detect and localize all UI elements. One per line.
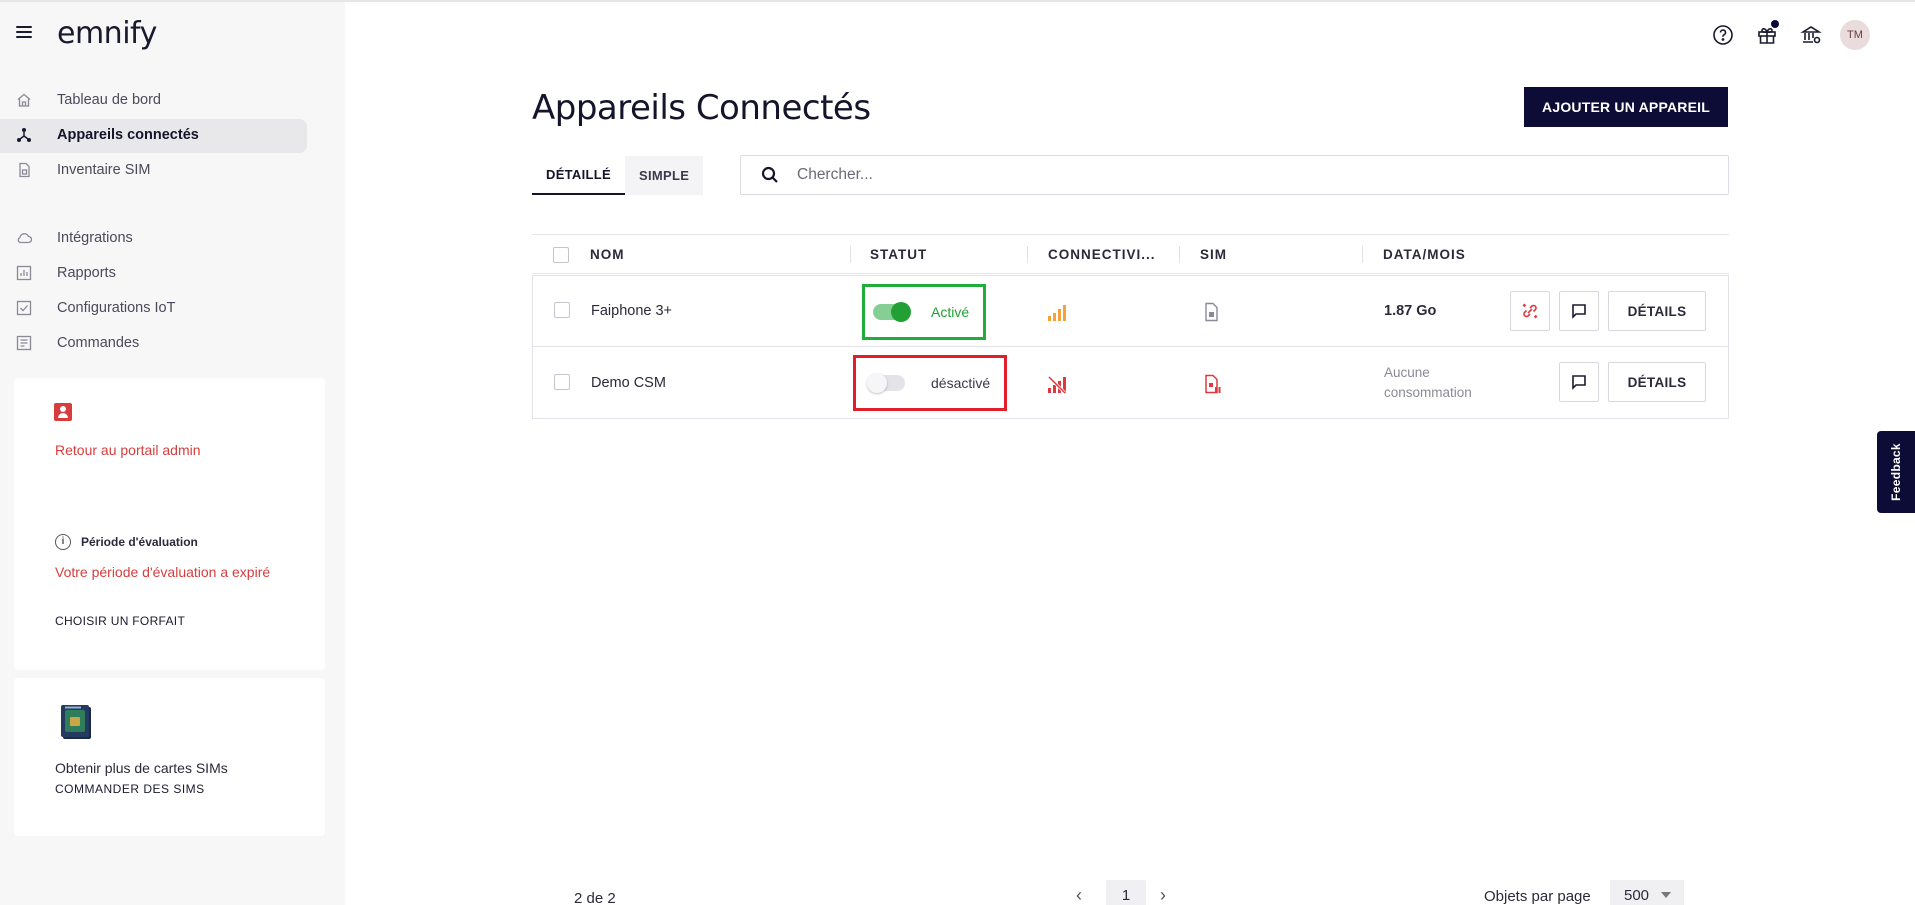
sim-card-paused-icon: [1205, 374, 1221, 394]
sidebar-item-label: Configurations IoT: [57, 299, 176, 316]
sidebar-item-integrations[interactable]: Intégrations: [0, 220, 345, 255]
column-header-status[interactable]: STATUT: [870, 247, 927, 262]
per-page-select[interactable]: 500: [1610, 880, 1684, 905]
trial-title: Période d'évaluation: [81, 535, 198, 549]
trial-card: i Période d'évaluation Votre période d'é…: [14, 494, 325, 670]
search-icon: [761, 166, 778, 183]
home-icon: [17, 93, 31, 107]
feedback-label: Feedback: [1889, 443, 1904, 501]
sms-button[interactable]: [1559, 291, 1599, 331]
select-all-checkbox[interactable]: [553, 247, 569, 263]
page-number[interactable]: 1: [1106, 880, 1146, 905]
sidebar: emnify Tableau de bord Appareils connect…: [0, 2, 345, 905]
result-count: 2 de 2: [574, 890, 616, 905]
sidebar-nav-secondary: Intégrations Rapports Configurations IoT…: [0, 220, 345, 360]
help-icon[interactable]: [1708, 20, 1738, 50]
sms-button[interactable]: [1559, 362, 1599, 402]
sidebar-item-label: Inventaire SIM: [57, 161, 151, 178]
logo[interactable]: emnify: [57, 16, 157, 51]
unlink-icon: [1522, 303, 1538, 319]
column-header-connectivity[interactable]: CONNECTIVI...: [1048, 247, 1156, 262]
choose-plan-link[interactable]: CHOISIR UN FORFAIT: [55, 614, 185, 628]
sidebar-item-connected-devices[interactable]: Appareils connectés: [0, 117, 345, 153]
row-checkbox[interactable]: [554, 302, 570, 318]
search-bar: [740, 155, 1729, 195]
avatar[interactable]: TM: [1840, 20, 1870, 50]
sidebar-item-iot-configurations[interactable]: Configurations IoT: [0, 290, 345, 325]
no-signal-icon: [1047, 375, 1067, 394]
sidebar-item-label: Rapports: [57, 264, 116, 281]
column-header-sim[interactable]: SIM: [1200, 247, 1227, 262]
sidebar-item-label: Commandes: [57, 334, 140, 351]
pagination: ‹ 1 ›: [1076, 880, 1176, 905]
status-toggle[interactable]: [873, 302, 911, 322]
cloud-icon: [17, 233, 32, 244]
table-header: NOM STATUT CONNECTIVI... SIM DATA/MOIS: [532, 234, 1729, 274]
details-button[interactable]: DÉTAILS: [1608, 291, 1706, 331]
order-sims-card: Obtenir plus de cartes SIMs COMMANDER DE…: [14, 678, 325, 836]
add-device-button[interactable]: AJOUTER UN APPAREIL: [1524, 87, 1728, 127]
header-actions: TM: [1708, 20, 1870, 50]
trial-expired-message: Votre période d'évaluation a expiré: [55, 564, 271, 580]
column-separator: [1179, 246, 1180, 263]
sim-cards-image: [61, 705, 91, 739]
organization-icon[interactable]: [1796, 20, 1826, 50]
device-name: Demo CSM: [591, 375, 666, 391]
order-sims-text: Obtenir plus de cartes SIMs: [55, 760, 228, 776]
data-usage: Aucune consommation: [1384, 365, 1472, 400]
trial-header: i Période d'évaluation: [55, 534, 198, 550]
column-header-data[interactable]: DATA/MOIS: [1383, 247, 1466, 262]
details-button[interactable]: DÉTAILS: [1608, 362, 1706, 402]
per-page-value: 500: [1624, 886, 1650, 904]
unlink-button[interactable]: [1510, 291, 1550, 331]
chevron-left-icon[interactable]: ‹: [1076, 886, 1092, 904]
sidebar-item-label: Tableau de bord: [57, 91, 161, 108]
column-separator: [1027, 246, 1028, 263]
checklist-icon: [16, 300, 32, 316]
admin-user-icon: [54, 403, 72, 421]
table-row[interactable]: Faiphone 3+ Activé 1.87 Go DÉTAILS: [532, 275, 1729, 347]
sidebar-nav: Tableau de bord Appareils connectés Inve…: [0, 82, 345, 187]
orders-icon: [16, 335, 32, 351]
order-sims-link[interactable]: COMMANDER DES SIMS: [55, 782, 205, 796]
sidebar-item-reports[interactable]: Rapports: [0, 255, 345, 290]
sidebar-item-sim-inventory[interactable]: Inventaire SIM: [0, 152, 345, 187]
status-toggle[interactable]: [867, 373, 905, 393]
view-tabs: DÉTAILLÉ SIMPLE: [532, 156, 704, 195]
column-header-name[interactable]: NOM: [590, 247, 625, 262]
message-icon: [1572, 304, 1586, 319]
menu-icon[interactable]: [16, 26, 32, 40]
chevron-down-icon: [1661, 892, 1672, 898]
tab-detailed[interactable]: DÉTAILLÉ: [532, 156, 625, 195]
device-name: Faiphone 3+: [591, 303, 673, 319]
back-to-admin-link[interactable]: Retour au portail admin: [55, 442, 201, 458]
feedback-tab[interactable]: Feedback: [1877, 431, 1915, 513]
page-title: Appareils Connectés: [532, 88, 871, 128]
column-separator: [1362, 246, 1363, 263]
sim-card-icon: [1205, 302, 1218, 322]
sidebar-item-orders[interactable]: Commandes: [0, 325, 345, 360]
notification-dot: [1771, 20, 1779, 28]
search-input[interactable]: [797, 166, 1697, 184]
chevron-right-icon[interactable]: ›: [1160, 886, 1176, 904]
info-icon: i: [55, 534, 71, 550]
row-checkbox[interactable]: [554, 374, 570, 390]
status-label: Activé: [931, 304, 970, 320]
gift-icon[interactable]: [1752, 20, 1782, 50]
sidebar-item-label: Intégrations: [57, 229, 133, 246]
sim-icon: [19, 162, 30, 178]
reports-icon: [16, 265, 32, 281]
message-icon: [1572, 375, 1586, 390]
devices-table: NOM STATUT CONNECTIVI... SIM DATA/MOIS F…: [532, 234, 1729, 419]
tab-simple[interactable]: SIMPLE: [625, 156, 703, 195]
per-page-label: Objets par page: [1484, 888, 1591, 905]
status-label: désactivé: [931, 375, 991, 391]
signal-icon: [1048, 305, 1066, 321]
column-separator: [850, 246, 851, 263]
data-usage: 1.87 Go: [1384, 303, 1437, 319]
sidebar-item-dashboard[interactable]: Tableau de bord: [0, 82, 345, 117]
table-row[interactable]: Demo CSM désactivé Aucune consommation D…: [532, 347, 1729, 419]
sidebar-item-label: Appareils connectés: [57, 126, 199, 143]
devices-icon: [17, 128, 31, 142]
